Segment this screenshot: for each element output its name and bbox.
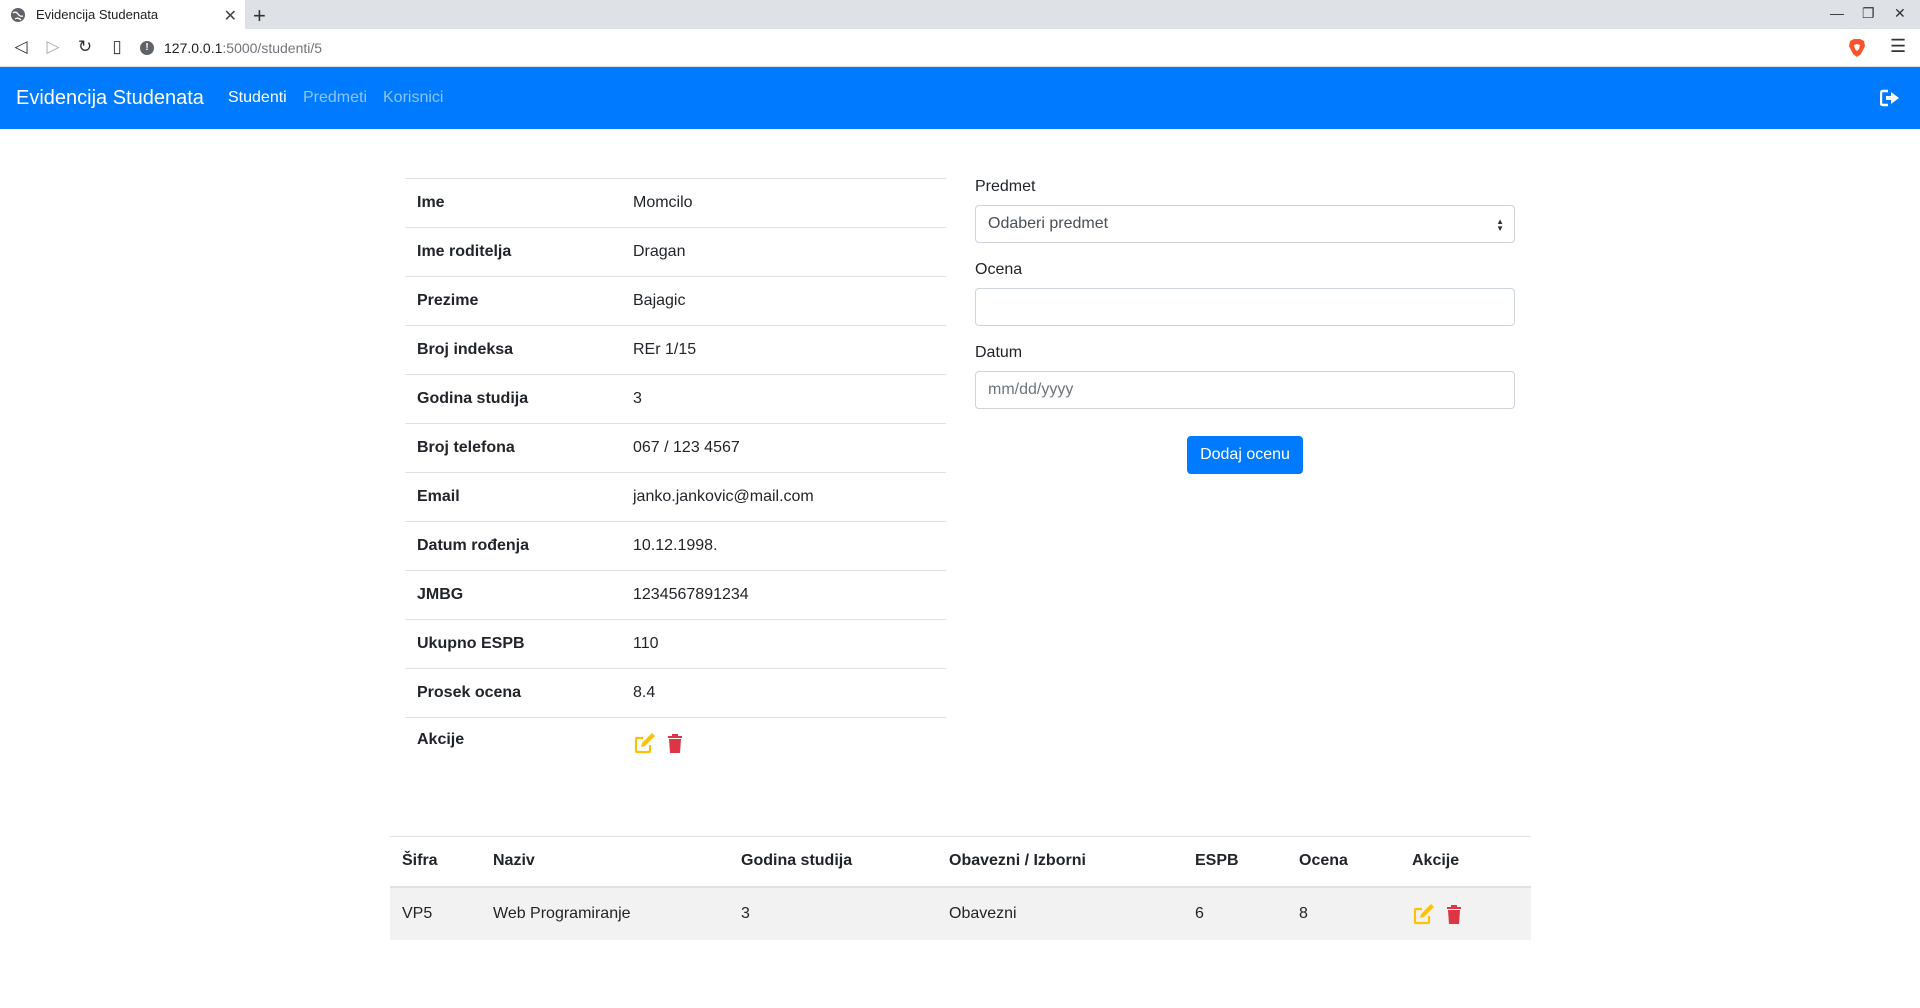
nav-link-studenti[interactable]: Studenti <box>228 89 287 107</box>
detail-value: Bajagic <box>621 276 946 326</box>
detail-label: Ime roditelja <box>405 227 621 277</box>
brave-shield-icon[interactable] <box>1848 38 1866 58</box>
edit-student-icon[interactable] <box>633 731 657 755</box>
cell-godina: 3 <box>729 886 937 940</box>
detail-row: Ime Momcilo <box>405 178 946 228</box>
ocena-label: Ocena <box>975 261 1023 278</box>
detail-value: 8.4 <box>621 668 946 718</box>
minimize-icon[interactable]: — <box>1830 5 1844 21</box>
select-arrows-icon: ▲ ▼ <box>1496 217 1504 233</box>
student-actions <box>621 717 946 773</box>
detail-row: Ime roditelja Dragan <box>405 227 946 277</box>
browser-menu-icon[interactable]: ☰ <box>1890 36 1906 57</box>
detail-label: Broj telefona <box>405 423 621 473</box>
detail-label: Akcije <box>405 717 621 773</box>
detail-value: 067 / 123 4567 <box>621 423 946 473</box>
header-ocena: Ocena <box>1287 836 1400 888</box>
detail-value: REr 1/15 <box>621 325 946 375</box>
detail-row: Datum rođenja 10.12.1998. <box>405 521 946 571</box>
detail-row: JMBG 1234567891234 <box>405 570 946 620</box>
detail-label: JMBG <box>405 570 621 620</box>
grades-header-row: Šifra Naziv Godina studija Obavezni / Iz… <box>390 836 1531 888</box>
detail-label: Ime <box>405 178 621 228</box>
detail-row: Ukupno ESPB 110 <box>405 619 946 669</box>
globe-icon <box>11 7 25 22</box>
nav-link-korisnici[interactable]: Korisnici <box>383 89 443 107</box>
site-info-icon[interactable]: ! <box>140 41 154 55</box>
restore-icon[interactable]: ❐ <box>1862 5 1875 22</box>
header-akcije: Akcije <box>1400 836 1531 888</box>
predmet-selected-value: Odaberi predmet <box>988 215 1109 232</box>
grades-table: Šifra Naziv Godina studija Obavezni / Iz… <box>390 836 1531 940</box>
detail-row: Email janko.jankovic@mail.com <box>405 472 946 522</box>
detail-row: Godina studija 3 <box>405 374 946 424</box>
reload-icon[interactable]: ↻ <box>76 38 94 56</box>
detail-label: Prosek ocena <box>405 668 621 718</box>
detail-row: Broj telefona 067 / 123 4567 <box>405 423 946 473</box>
datum-label: Datum <box>975 344 1023 361</box>
header-obavezni-izborni: Obavezni / Izborni <box>937 836 1183 888</box>
nav-link-predmeti[interactable]: Predmeti <box>303 89 367 107</box>
cell-ocena: 8 <box>1287 886 1400 940</box>
bookmark-icon[interactable]: ▯ <box>108 38 126 56</box>
predmet-select[interactable]: Odaberi predmet ▲ ▼ <box>975 205 1515 243</box>
detail-label: Ukupno ESPB <box>405 619 621 669</box>
datum-input[interactable] <box>988 381 1502 399</box>
detail-label: Godina studija <box>405 374 621 424</box>
detail-row: Prosek ocena 8.4 <box>405 668 946 718</box>
detail-value: Dragan <box>621 227 946 277</box>
detail-row: Broj indeksa REr 1/15 <box>405 325 946 375</box>
predmet-label: Predmet <box>975 178 1036 195</box>
browser-tab-bar: Evidencija Studenata ✕ + — ❐ ✕ <box>0 0 1920 29</box>
tab-title: Evidencija Studenata <box>36 7 159 22</box>
logout-icon[interactable] <box>1880 88 1900 108</box>
dodaj-ocenu-button[interactable]: Dodaj ocenu <box>1187 436 1303 474</box>
url-field[interactable]: ! 127.0.0.1:5000/studenti/5 <box>140 35 1840 61</box>
cell-espb: 6 <box>1183 886 1287 940</box>
detail-label: Datum rođenja <box>405 521 621 571</box>
datum-field-wrapper <box>975 371 1515 409</box>
detail-value: Momcilo <box>621 178 946 228</box>
close-window-icon[interactable]: ✕ <box>1894 5 1906 22</box>
add-grade-form: Predmet Odaberi predmet ▲▼ Ocena Datum D… <box>975 178 1515 474</box>
header-espb: ESPB <box>1183 836 1287 888</box>
url-path: :5000/studenti/5 <box>222 40 323 56</box>
detail-value: janko.jankovic@mail.com <box>621 472 946 522</box>
cell-naziv: Web Programiranje <box>481 886 729 940</box>
app-navbar: Evidencija Studenata Studenti Predmeti K… <box>0 67 1920 129</box>
header-sifra: Šifra <box>390 836 481 888</box>
grade-actions <box>1400 886 1531 940</box>
header-naziv: Naziv <box>481 836 729 888</box>
ocena-field-wrapper <box>975 288 1515 326</box>
detail-label: Email <box>405 472 621 522</box>
new-tab-icon[interactable]: + <box>253 3 266 29</box>
back-icon[interactable]: ◁ <box>12 38 30 56</box>
address-bar: ◁ ▷ ↻ ▯ ! 127.0.0.1:5000/studenti/5 <box>0 29 1920 67</box>
forward-icon[interactable]: ▷ <box>44 38 62 56</box>
ocena-input[interactable] <box>988 298 1502 316</box>
detail-row-actions: Akcije <box>405 717 946 773</box>
close-tab-icon[interactable]: ✕ <box>224 6 237 26</box>
detail-value: 3 <box>621 374 946 424</box>
detail-value: 10.12.1998. <box>621 521 946 571</box>
delete-grade-icon[interactable] <box>1442 902 1466 926</box>
detail-value: 110 <box>621 619 946 669</box>
delete-student-icon[interactable] <box>663 731 687 755</box>
detail-value: 1234567891234 <box>621 570 946 620</box>
detail-row: Prezime Bajagic <box>405 276 946 326</box>
edit-grade-icon[interactable] <box>1412 902 1436 926</box>
cell-sifra: VP5 <box>390 886 481 940</box>
detail-label: Broj indeksa <box>405 325 621 375</box>
header-godina-studija: Godina studija <box>729 836 937 888</box>
student-details-table: Ime Momcilo Ime roditelja Dragan Prezime Baja… <box>405 178 946 773</box>
url-host: 127.0.0.1 <box>164 40 223 56</box>
cell-tip: Obavezni <box>937 886 1183 940</box>
table-row: VP5 Web Programiranje 3 Obavezni 6 8 <box>390 886 1531 940</box>
navbar-brand[interactable]: Evidencija Studenata <box>16 87 204 110</box>
browser-tab[interactable]: Evidencija Studenata ✕ <box>0 0 245 29</box>
detail-label: Prezime <box>405 276 621 326</box>
